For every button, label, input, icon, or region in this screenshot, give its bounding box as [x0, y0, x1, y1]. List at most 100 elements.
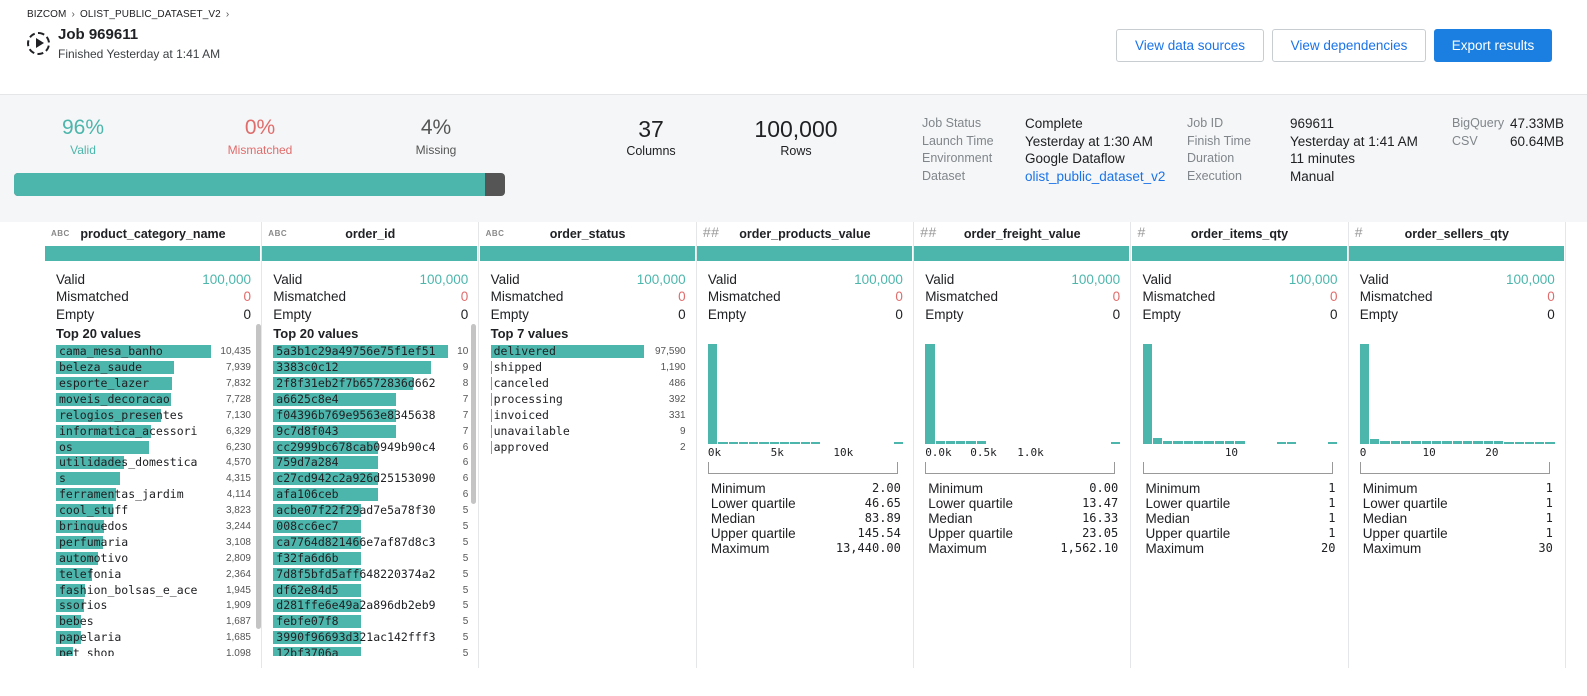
value-row[interactable]: papelaria 1,685 [56, 630, 251, 646]
value-row[interactable]: df62e84d5 5 [273, 583, 468, 599]
histogram-bar[interactable] [1152, 438, 1163, 444]
value-row[interactable]: 008cc6ec7 5 [273, 519, 468, 535]
value-row[interactable]: febfe07f8 5 [273, 614, 468, 630]
value-row[interactable]: cool_stuff 3,823 [56, 503, 251, 519]
value-row[interactable]: pet_shop 1,098 [56, 646, 251, 657]
view-data-sources-button[interactable]: View data sources [1116, 29, 1264, 62]
histogram-bar[interactable] [893, 442, 903, 444]
dataset-link[interactable]: olist_public_dataset_v2 [1025, 168, 1165, 186]
histogram-bar[interactable] [1194, 441, 1204, 444]
column-header[interactable]: ABC order_status [480, 222, 696, 246]
column-header[interactable]: ABC order_id [262, 222, 478, 246]
histogram-bar[interactable] [1401, 441, 1411, 444]
histogram-bar[interactable] [956, 441, 966, 444]
histogram-bar[interactable] [1225, 441, 1235, 444]
histogram-bar[interactable] [1483, 441, 1493, 444]
histogram-bar[interactable] [780, 442, 790, 444]
range-slider[interactable] [1142, 462, 1333, 474]
value-row[interactable]: ca7764d821466e7af87d8c3 5 [273, 535, 468, 551]
range-slider[interactable] [1359, 462, 1550, 474]
histogram-bar[interactable] [1390, 441, 1401, 444]
value-row[interactable]: 759d7a284 6 [273, 455, 468, 471]
value-row[interactable]: shipped 1,190 [490, 360, 686, 376]
value-row[interactable]: 2f8f31eb2f7b6572836d662 8 [273, 376, 468, 392]
value-row[interactable]: utilidades_domestica 4,570 [56, 455, 251, 471]
value-row[interactable]: unavailable 9 [490, 424, 686, 440]
value-row[interactable]: 3383c0c12 9 [273, 360, 468, 376]
histogram-bar[interactable] [945, 441, 956, 444]
value-row[interactable]: esporte_lazer 7,832 [56, 376, 251, 392]
histogram-bar[interactable] [1163, 441, 1173, 444]
scrollbar[interactable] [471, 324, 477, 504]
range-slider[interactable] [925, 462, 1116, 474]
histogram-bar[interactable] [1411, 441, 1421, 444]
value-row[interactable]: relogios_presentes 7,130 [56, 408, 251, 424]
histogram-bar[interactable] [1452, 441, 1462, 444]
value-row[interactable]: 12bf3706a 5 [273, 646, 468, 657]
histogram-bar[interactable] [925, 344, 935, 444]
value-row[interactable]: 5a3b1c29a49756e75f1ef51 10 [273, 344, 468, 360]
value-row[interactable]: c27cd942c2a926d25153090 6 [273, 471, 468, 487]
view-dependencies-button[interactable]: View dependencies [1272, 29, 1426, 62]
value-row[interactable]: fashion_bolsas_e_ace 1,945 [56, 583, 251, 599]
value-row[interactable]: canceled 486 [490, 376, 686, 392]
histogram-bar[interactable] [1276, 442, 1286, 444]
histogram-bar[interactable] [1380, 441, 1390, 444]
histogram-bar[interactable] [1504, 442, 1514, 444]
histogram-bar[interactable] [1110, 442, 1121, 444]
value-row[interactable]: ssorios 1,909 [56, 598, 251, 614]
column-header[interactable]: ## order_freight_value [914, 222, 1130, 246]
scrollbar[interactable] [256, 324, 261, 629]
value-row[interactable]: 3990f96693d321ac142fff3 5 [273, 630, 468, 646]
histogram-bar[interactable] [1328, 442, 1338, 444]
range-slider[interactable] [707, 462, 898, 474]
value-row[interactable]: approved 2 [490, 440, 686, 456]
value-row[interactable]: processing 392 [490, 392, 686, 408]
value-row[interactable]: perfumaria 3,108 [56, 535, 251, 551]
value-row[interactable]: beleza_saude 7,939 [56, 360, 251, 376]
value-row[interactable]: acbe07f22f29ad7e5a78f30 5 [273, 503, 468, 519]
column-header[interactable]: # order_sellers_qty [1349, 222, 1565, 246]
histogram-bar[interactable] [728, 442, 738, 444]
histogram-bar[interactable] [759, 442, 769, 444]
value-row[interactable]: s 4,315 [56, 471, 251, 487]
histogram-bar[interactable] [1421, 441, 1431, 444]
histogram-bar[interactable] [1432, 441, 1442, 444]
histogram-bar[interactable] [1370, 439, 1380, 444]
histogram-bar[interactable] [1473, 441, 1483, 444]
value-row[interactable]: d281ffe6e49a2a896db2eb9 5 [273, 598, 468, 614]
histogram-bar[interactable] [707, 344, 718, 444]
histogram-bar[interactable] [1524, 442, 1535, 444]
value-row[interactable]: cama_mesa_banho 10,435 [56, 344, 251, 360]
value-row[interactable]: afa106ceb 6 [273, 487, 468, 503]
histogram-bar[interactable] [1514, 442, 1524, 444]
histogram-bar[interactable] [749, 442, 759, 444]
histogram-bar[interactable] [811, 442, 821, 444]
histogram-bar[interactable] [1183, 441, 1194, 444]
column-header[interactable]: # order_items_qty [1132, 222, 1348, 246]
value-row[interactable]: cc2999bc678cab0949b90c4 6 [273, 440, 468, 456]
histogram-bar[interactable] [1286, 442, 1297, 444]
histogram-bar[interactable] [1462, 441, 1473, 444]
value-row[interactable]: informatica_acessori 6,329 [56, 424, 251, 440]
value-row[interactable]: automotivo 2,809 [56, 551, 251, 567]
value-row[interactable]: f04396b769e9563e8345638 7 [273, 408, 468, 424]
histogram-bar[interactable] [1442, 441, 1452, 444]
value-row[interactable]: moveis_decoracao 7,728 [56, 392, 251, 408]
value-row[interactable]: delivered 97,590 [490, 344, 686, 360]
histogram-bar[interactable] [769, 442, 780, 444]
histogram-bar[interactable] [738, 442, 749, 444]
value-row[interactable]: f32fa6d6b 5 [273, 551, 468, 567]
histogram-bar[interactable] [935, 441, 945, 444]
histogram-bar[interactable] [1535, 442, 1545, 444]
histogram-bar[interactable] [1545, 442, 1555, 444]
value-row[interactable]: telefonia 2,364 [56, 567, 251, 583]
histogram-bar[interactable] [1214, 441, 1225, 444]
histogram-bar[interactable] [790, 442, 800, 444]
value-row[interactable]: ferramentas_jardim 4,114 [56, 487, 251, 503]
histogram-bar[interactable] [1142, 344, 1152, 444]
breadcrumb-item-bizcom[interactable]: BIZCOM [27, 9, 67, 20]
value-row[interactable]: 9c7d8f043 7 [273, 424, 468, 440]
histogram-bar[interactable] [1359, 344, 1370, 444]
histogram-bar[interactable] [800, 442, 811, 444]
